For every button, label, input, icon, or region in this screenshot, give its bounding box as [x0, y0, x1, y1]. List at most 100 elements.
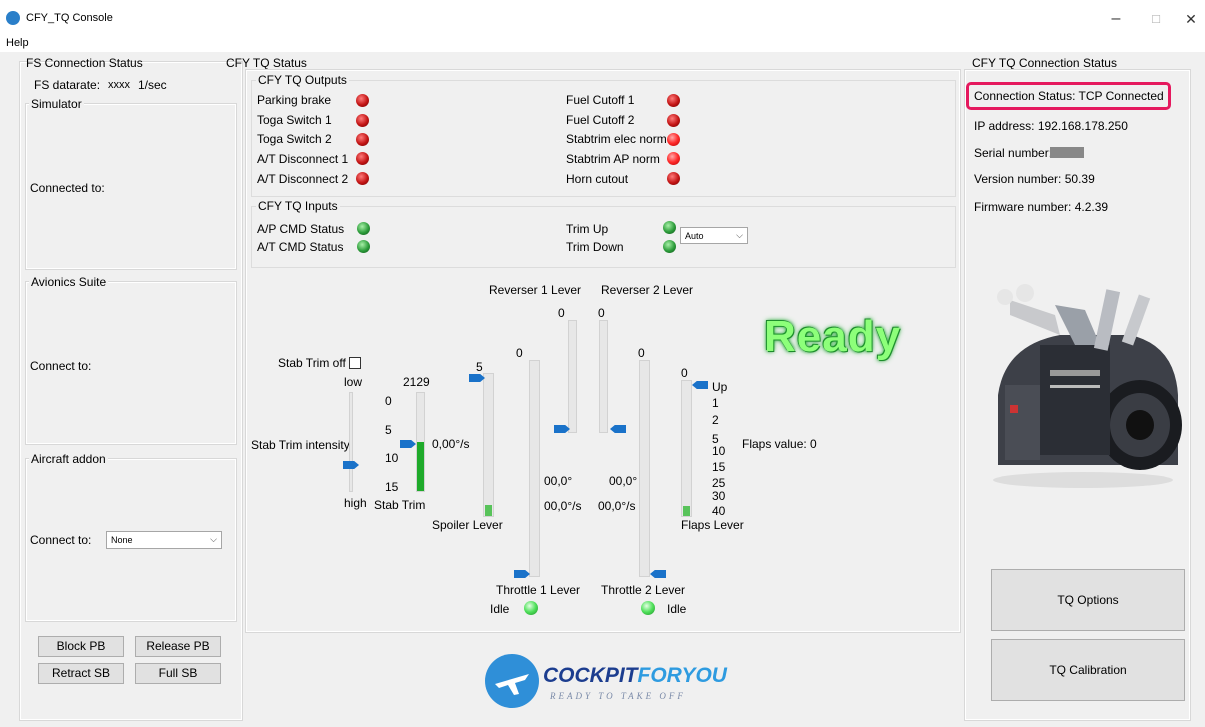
throttle-1-label: Throttle 1 Lever — [496, 583, 581, 597]
tq-inputs-title: CFY TQ Inputs — [256, 199, 340, 213]
trim-up-led — [663, 221, 676, 234]
spoiler-label: Spoiler Lever — [432, 518, 503, 532]
ap-cmd-led — [357, 222, 370, 235]
ap-cmd-label: A/P CMD Status — [257, 222, 345, 236]
serial-redacted — [1050, 147, 1084, 158]
maximize-button[interactable]: □ — [1140, 6, 1172, 32]
reverser-2-track — [599, 320, 608, 433]
stab-intensity-label: Stab Trim intensity — [251, 438, 350, 452]
reverser-1-value: 0 — [558, 306, 565, 320]
aircraft-title: Aircraft addon — [29, 452, 108, 466]
version-number: Version number: 50.39 — [974, 172, 1095, 186]
window-title: CFY_TQ Console — [26, 12, 113, 24]
tq-connection-title: CFY TQ Connection Status — [972, 56, 1117, 70]
avionics-connect-label: Connect to: — [30, 359, 92, 373]
at-cmd-led — [357, 240, 370, 253]
retract-sb-button[interactable]: Retract SB — [38, 663, 124, 684]
aircraft-connect-label: Connect to: — [30, 533, 92, 547]
menu-bar — [0, 34, 1205, 52]
stab-trim-tick: 10 — [385, 451, 399, 465]
logo-name-foryou: FORYOU — [637, 664, 727, 687]
at-cmd-label: A/T CMD Status — [257, 240, 344, 254]
flaps-tick: 1 — [712, 396, 719, 410]
flaps-label: Flaps Lever — [681, 518, 744, 532]
flaps-fill — [683, 506, 690, 516]
flaps-tick: 2 — [712, 413, 719, 427]
at-disconnect-2-led — [356, 172, 369, 185]
stab-intensity-track — [349, 392, 353, 492]
connection-status: Connection Status: TCP Connected — [974, 89, 1164, 103]
minimize-button[interactable]: – — [1100, 6, 1132, 32]
throttle-1-idle-led — [524, 601, 538, 615]
close-button[interactable]: ✕ — [1175, 6, 1205, 32]
output-label: Fuel Cutoff 1 — [566, 93, 635, 107]
parking-brake-led — [356, 94, 369, 107]
flaps-tick: 25 — [712, 476, 726, 490]
output-label: Parking brake — [257, 93, 332, 107]
stab-trim-off-checkbox[interactable] — [349, 357, 361, 369]
chevron-down-icon: ⌵ — [210, 534, 217, 544]
title-bar — [0, 0, 1205, 34]
firmware-number: Firmware number: 4.2.39 — [974, 200, 1109, 214]
throttle-1-idle-label: Idle — [490, 602, 510, 616]
throttle-1-angle: 00,0° — [544, 474, 573, 488]
flaps-tick: Up — [712, 380, 728, 394]
release-pb-button[interactable]: Release PB — [135, 636, 221, 657]
reverser-1-label: Reverser 1 Lever — [489, 283, 582, 297]
output-label: Toga Switch 1 — [257, 113, 332, 127]
reverser-2-label: Reverser 2 Lever — [601, 283, 694, 297]
datarate-unit: 1/sec — [138, 78, 167, 92]
throttle-2-idle-label: Idle — [667, 602, 687, 616]
output-label: Toga Switch 2 — [257, 132, 332, 146]
block-pb-button[interactable]: Block PB — [38, 636, 124, 657]
stabtrim-elec-norm-led — [667, 133, 680, 146]
throttle-2-label: Throttle 2 Lever — [601, 583, 686, 597]
full-sb-button[interactable]: Full SB — [135, 663, 221, 684]
stab-intensity-high: high — [344, 496, 367, 510]
output-label: Stabtrim elec norm — [566, 132, 667, 146]
tq-inputs-group — [251, 206, 956, 268]
fuel-cutoff-1-led — [667, 94, 680, 107]
logo-name: COCKPITFORYOU — [543, 664, 727, 688]
trim-down-label: Trim Down — [566, 240, 624, 254]
spoiler-top-value: 5 — [476, 360, 483, 374]
stab-trim-rate: 0,00°/s — [432, 437, 470, 451]
output-label: Stabtrim AP norm — [566, 152, 660, 166]
toga-switch-2-led — [356, 133, 369, 146]
simulator-title: Simulator — [29, 97, 84, 111]
fuel-cutoff-2-led — [667, 114, 680, 127]
throttle-2-track — [639, 360, 650, 577]
stab-trim-tick: 0 — [385, 394, 392, 408]
trim-mode-select[interactable]: Auto ⌵ — [680, 227, 748, 244]
trim-mode-value: Auto — [685, 231, 704, 241]
stab-trim-value: 2129 — [403, 375, 430, 389]
tq-outputs-title: CFY TQ Outputs — [256, 73, 349, 87]
horn-cutout-led — [667, 172, 680, 185]
at-disconnect-1-led — [356, 152, 369, 165]
stab-trim-bar — [416, 392, 425, 492]
stabtrim-ap-norm-led — [667, 152, 680, 165]
spoiler-track — [483, 373, 494, 517]
reverser-1-track — [568, 320, 577, 433]
throttle-2-idle-led — [641, 601, 655, 615]
trim-up-label: Trim Up — [566, 222, 609, 236]
fs-connection-title: FS Connection Status — [26, 56, 143, 70]
tq-options-button[interactable]: TQ Options — [991, 569, 1185, 631]
tq-calibration-button[interactable]: TQ Calibration — [991, 639, 1185, 701]
spoiler-fill — [485, 505, 492, 516]
cockpitforyou-logo-icon — [485, 654, 539, 708]
app-icon — [6, 11, 20, 25]
avionics-title: Avionics Suite — [29, 275, 109, 289]
reverser-2-value: 0 — [598, 306, 605, 320]
throttle-2-angle: 00,0° — [609, 474, 638, 488]
datarate-value: xxxx — [108, 79, 130, 91]
output-label: Horn cutout — [566, 172, 629, 186]
throttle-2-rate: 00,0°/s — [598, 499, 636, 513]
chevron-down-icon: ⌵ — [736, 230, 743, 240]
ready-indicator: Ready — [764, 312, 902, 361]
throttle-1-rate: 00,0°/s — [544, 499, 582, 513]
datarate-label: FS datarate: — [34, 78, 101, 92]
aircraft-addon-select[interactable]: None ⌵ — [106, 531, 222, 549]
output-label: A/T Disconnect 1 — [257, 152, 349, 166]
menu-help[interactable]: Help — [6, 37, 29, 49]
